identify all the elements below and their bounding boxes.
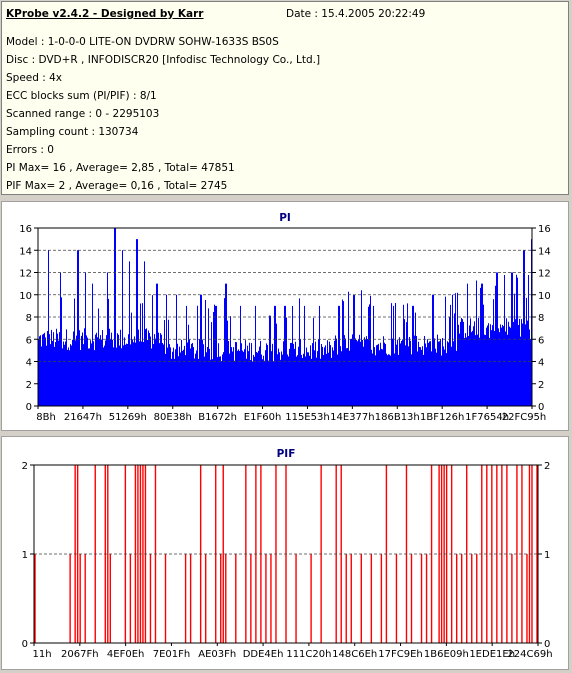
pif-chart: PIF0 01 12 211h 2067Fh 4EF0Eh 7E01Fh AE03Fh DDE4… xyxy=(22,448,553,660)
model-line: Model : 1-0-0-0 LITE-ON DVDRW SOHW-1633S… xyxy=(6,36,279,48)
x-tick-label: E1F60h xyxy=(244,412,282,423)
y-tick-label-right: 4 xyxy=(538,358,544,369)
scan-date: Date : 15.4.2005 20:22:49 xyxy=(286,8,426,20)
speed-line: Speed : 4x xyxy=(6,72,63,84)
x-tick-label: 80E38h xyxy=(154,412,192,423)
y-tick-label-right: 12 xyxy=(538,269,551,280)
y-tick-label-right: 16 xyxy=(538,224,551,235)
y-tick-label-right: 6 xyxy=(538,335,544,346)
x-tick-label: 111C20h xyxy=(286,649,331,660)
y-tick-label-left: 1 xyxy=(22,550,28,561)
x-tick-label: 7E01Fh xyxy=(153,649,191,660)
y-tick-label-right: 1 xyxy=(544,550,550,561)
y-tick-label-right: 10 xyxy=(538,291,551,302)
x-tick-label: AE03Fh xyxy=(198,649,236,660)
pif-chart-panel: PIF 0 0 1 1 2 2 11h 2067Fh 4EF0Eh 7E01Fh AE03Fh DDE4… xyxy=(1,436,569,670)
x-tick-label: 1BF126h xyxy=(420,412,464,423)
y-tick-label-right: 2 xyxy=(544,461,550,472)
x-tick-label: 51269h xyxy=(109,412,147,423)
pif-summary-line: PIF Max= 2 , Average= 0,16 , Total= 2745 xyxy=(6,180,228,192)
y-tick-label-left: 0 xyxy=(26,402,32,413)
x-tick-label: 22FC95h xyxy=(502,412,547,423)
errors-line: Errors : 0 xyxy=(6,144,54,156)
y-tick-label-left: 16 xyxy=(19,224,32,235)
range-line: Scanned range : 0 - 2295103 xyxy=(6,108,160,120)
y-tick-label-left: 6 xyxy=(26,335,32,346)
app-title: KProbe v2.4.2 - Designed by Karr xyxy=(6,8,204,20)
x-tick-label: 1B6E09h xyxy=(424,649,469,660)
x-tick-label: 148C6Eh xyxy=(332,649,377,660)
x-tick-label: 2067Fh xyxy=(61,649,99,660)
disc-line: Disc : DVD+R , INFODISCR20 [Infodisc Tec… xyxy=(6,54,321,66)
x-tick-label: 11h xyxy=(32,649,51,660)
x-tick-label: 4EF0Eh xyxy=(107,649,144,660)
pi-chart: PI0 02 24 46 68 810 1012 1214 1416 168Bh 21647h 512… xyxy=(19,212,551,423)
x-tick-label: DDE4Eh xyxy=(243,649,284,660)
y-tick-label-left: 2 xyxy=(22,461,28,472)
x-tick-label: 8Bh xyxy=(36,412,56,423)
x-tick-label: B1672h xyxy=(198,412,237,423)
pi-summary-line: PI Max= 16 , Average= 2,85 , Total= 4785… xyxy=(6,162,235,174)
y-tick-label-right: 2 xyxy=(538,380,544,391)
y-tick-label-left: 0 xyxy=(22,639,28,650)
y-tick-label-left: 14 xyxy=(19,246,32,257)
x-tick-label: 14E377h xyxy=(330,412,374,423)
chart-title: PIF xyxy=(277,448,296,460)
chart-title: PI xyxy=(279,212,291,224)
y-tick-label-left: 10 xyxy=(19,291,32,302)
y-tick-label-left: 4 xyxy=(26,358,32,369)
pi-chart-panel: PI 0 0 2 2 4 4 6 6 8 8 10 10 12 12 14 14 16 16 8Bh 21647h 512… xyxy=(1,201,569,431)
x-tick-label: 21647h xyxy=(64,412,102,423)
y-tick-label-left: 12 xyxy=(19,269,32,280)
x-tick-label: 186B13h xyxy=(375,412,420,423)
ecc-line: ECC blocks sum (PI/PIF) : 8/1 xyxy=(6,90,157,102)
y-tick-label-right: 8 xyxy=(538,313,544,324)
y-tick-label-left: 8 xyxy=(26,313,32,324)
x-tick-label: 115E53h xyxy=(285,412,329,423)
y-tick-label-right: 14 xyxy=(538,246,551,257)
x-tick-label: 17FC9Eh xyxy=(378,649,422,660)
sampling-line: Sampling count : 130734 xyxy=(6,126,139,138)
y-tick-label-left: 2 xyxy=(26,380,32,391)
x-tick-label: 224C69h xyxy=(507,649,552,660)
info-panel: KProbe v2.4.2 - Designed by Karr Date : … xyxy=(1,1,569,195)
